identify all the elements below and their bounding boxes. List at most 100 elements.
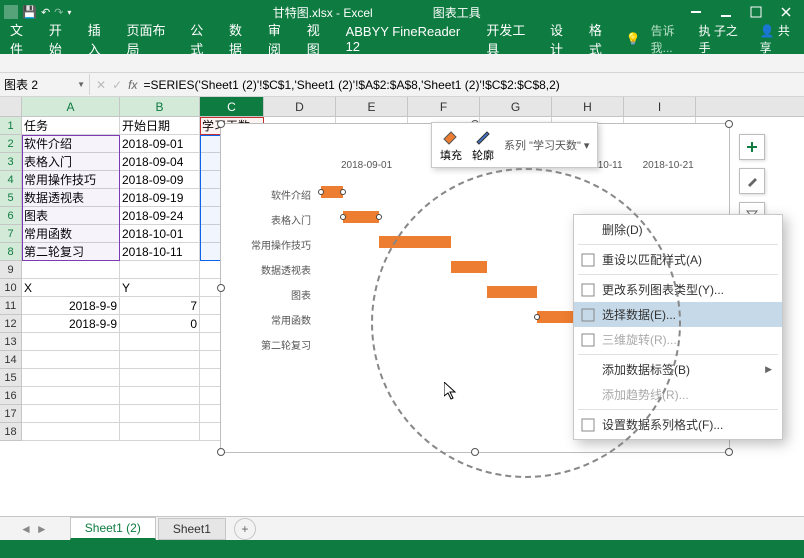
cell[interactable]: 2018-9-9 [22, 315, 120, 333]
fx-icon[interactable]: fx [128, 78, 137, 92]
select-all-corner[interactable] [0, 97, 22, 116]
cell[interactable]: 2018-09-01 [120, 135, 200, 153]
context-menu-item[interactable]: 重设以匹配样式(A) [574, 247, 782, 272]
context-menu-item[interactable]: 删除(D) [574, 217, 782, 242]
cell[interactable] [120, 351, 200, 369]
formula-input[interactable]: =SERIES('Sheet1 (2)'!$C$1,'Sheet1 (2)'!$… [143, 78, 559, 92]
col-header-I[interactable]: I [624, 97, 696, 116]
context-menu-item[interactable]: 设置数据系列格式(F)... [574, 412, 782, 437]
sheet-nav-prev-icon[interactable]: ◄ [20, 522, 32, 536]
cell[interactable]: 0 [120, 315, 200, 333]
add-sheet-button[interactable]: + [234, 518, 256, 540]
row-header[interactable]: 7 [0, 225, 22, 243]
row-header[interactable]: 13 [0, 333, 22, 351]
col-header-A[interactable]: A [22, 97, 120, 116]
cell[interactable]: Y [120, 279, 200, 297]
tab-view[interactable]: 视图 [301, 16, 338, 62]
embedded-chart[interactable]: 填充 轮廓 系列 "学习天数" ▾ 2018-09-01 2018-10-11 … [220, 123, 730, 453]
enter-icon[interactable]: ✓ [112, 78, 122, 92]
row-header[interactable]: 1 [0, 117, 22, 135]
name-box[interactable]: 图表 2 ▼ [0, 74, 90, 95]
tab-home[interactable]: 开始 [43, 16, 80, 62]
cell[interactable]: 数据透视表 [22, 189, 120, 207]
cell[interactable]: 开始日期 [120, 117, 200, 135]
row-header[interactable]: 16 [0, 387, 22, 405]
signin-label[interactable]: 执 子之手 [699, 22, 748, 56]
cell[interactable] [22, 351, 120, 369]
row-header[interactable]: 9 [0, 261, 22, 279]
fill-button[interactable]: 填充 [440, 127, 462, 163]
minimize-icon[interactable] [712, 2, 740, 22]
row-header[interactable]: 5 [0, 189, 22, 207]
name-box-dropdown-icon[interactable]: ▼ [77, 80, 85, 89]
col-header-D[interactable]: D [264, 97, 336, 116]
col-header-B[interactable]: B [120, 97, 200, 116]
row-header[interactable]: 3 [0, 153, 22, 171]
col-header-C[interactable]: C [200, 97, 264, 116]
cell[interactable] [120, 261, 200, 279]
tab-format[interactable]: 格式 [583, 16, 620, 62]
tell-me-input[interactable]: 告诉我... [651, 22, 695, 56]
tab-abbyy[interactable]: ABBYY FineReader 12 [340, 20, 479, 58]
share-button[interactable]: 👤 共享 [760, 22, 800, 56]
cancel-icon[interactable]: ✕ [96, 78, 106, 92]
row-header[interactable]: 11 [0, 297, 22, 315]
restore-icon[interactable] [742, 2, 770, 22]
cell[interactable]: X [22, 279, 120, 297]
context-menu-item[interactable]: 选择数据(E)... [574, 302, 782, 327]
cell[interactable]: 2018-09-09 [120, 171, 200, 189]
cell[interactable]: 软件介绍 [22, 135, 120, 153]
row-header[interactable]: 6 [0, 207, 22, 225]
row-header[interactable]: 12 [0, 315, 22, 333]
cell[interactable] [22, 261, 120, 279]
row-header[interactable]: 8 [0, 243, 22, 261]
cell[interactable] [120, 369, 200, 387]
tab-developer[interactable]: 开发工具 [480, 16, 542, 62]
outline-button[interactable]: 轮廓 [472, 127, 494, 163]
cell[interactable] [22, 423, 120, 441]
cell[interactable]: 2018-09-24 [120, 207, 200, 225]
series-selector[interactable]: 系列 "学习天数" ▾ [504, 137, 589, 153]
cell[interactable] [120, 333, 200, 351]
tab-data[interactable]: 数据 [223, 16, 260, 62]
cell[interactable]: 常用操作技巧 [22, 171, 120, 189]
worksheet-grid[interactable]: A B C D E F G H I 1任务开始日期学习天数2软件介绍2018-0… [0, 97, 804, 523]
col-header-G[interactable]: G [480, 97, 552, 116]
sheet-tab-1[interactable]: Sheet1 [158, 518, 226, 540]
row-header[interactable]: 18 [0, 423, 22, 441]
row-header[interactable]: 10 [0, 279, 22, 297]
cell[interactable]: 2018-9-9 [22, 297, 120, 315]
sheet-tab-0[interactable]: Sheet1 (2) [70, 517, 156, 540]
cell[interactable] [120, 405, 200, 423]
chart-elements-button[interactable] [739, 134, 765, 160]
row-header[interactable]: 4 [0, 171, 22, 189]
tab-formulas[interactable]: 公式 [184, 16, 221, 62]
sheet-nav-next-icon[interactable]: ► [36, 522, 48, 536]
mini-toolbar[interactable]: 填充 轮廓 系列 "学习天数" ▾ [431, 122, 598, 168]
context-menu-item[interactable]: 更改系列图表类型(Y)... [574, 277, 782, 302]
row-header[interactable]: 17 [0, 405, 22, 423]
cell[interactable]: 图表 [22, 207, 120, 225]
redo-icon[interactable]: ↷ [54, 6, 63, 19]
cell[interactable]: 2018-09-04 [120, 153, 200, 171]
tab-design[interactable]: 设计 [544, 16, 581, 62]
col-header-H[interactable]: H [552, 97, 624, 116]
col-header-E[interactable]: E [336, 97, 408, 116]
cell[interactable]: 第二轮复习 [22, 243, 120, 261]
cell[interactable]: 表格入门 [22, 153, 120, 171]
ribbon-options-icon[interactable] [682, 2, 710, 22]
cell[interactable] [22, 369, 120, 387]
row-header[interactable]: 14 [0, 351, 22, 369]
cell[interactable]: 2018-09-19 [120, 189, 200, 207]
tab-file[interactable]: 文件 [4, 16, 41, 62]
cell[interactable] [22, 387, 120, 405]
tab-layout[interactable]: 页面布局 [121, 16, 183, 62]
cell[interactable] [120, 387, 200, 405]
cell[interactable]: 2018-10-11 [120, 243, 200, 261]
cell[interactable] [120, 423, 200, 441]
col-header-F[interactable]: F [408, 97, 480, 116]
tab-review[interactable]: 审阅 [262, 16, 299, 62]
close-icon[interactable] [772, 2, 800, 22]
cell[interactable] [22, 333, 120, 351]
cell[interactable]: 2018-10-01 [120, 225, 200, 243]
